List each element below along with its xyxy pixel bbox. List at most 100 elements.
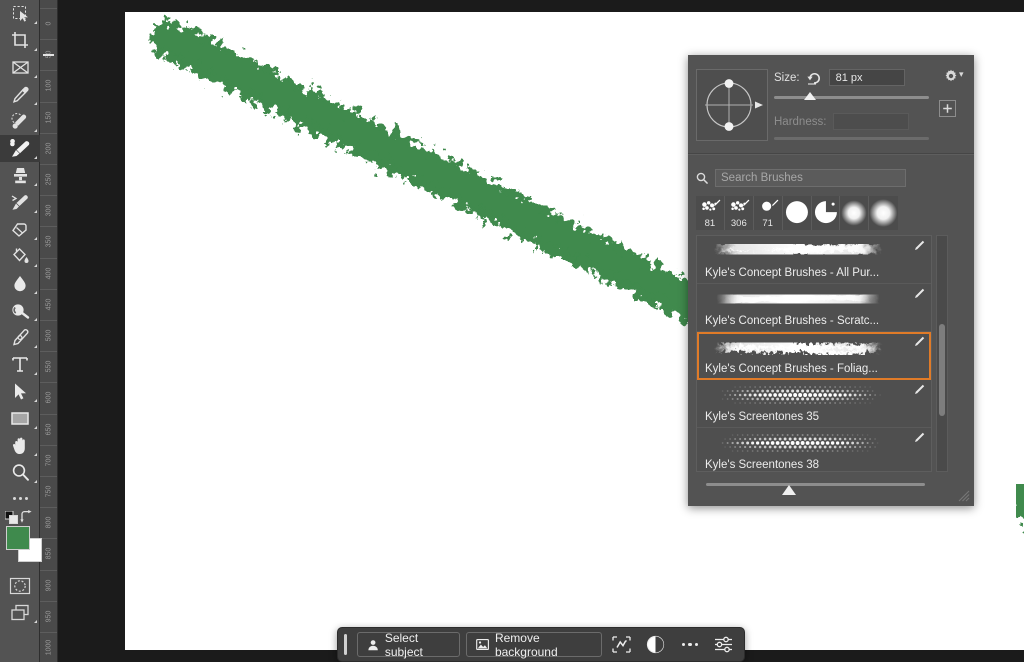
preset-size-number: 71 [754, 218, 782, 229]
swap-colors-icon[interactable] [20, 510, 33, 523]
photo-editor-window: 0501001502002503003504004505005506006507… [0, 0, 1024, 662]
brush-hardness-slider-track[interactable] [774, 137, 929, 140]
brush-stroke-thumbnail [703, 238, 893, 264]
ruler-tick-line [40, 476, 57, 477]
brush-list-scrollbar[interactable] [936, 235, 948, 472]
panel-resize-grip-icon[interactable] [958, 490, 970, 502]
brush-pencil-icon [914, 432, 925, 443]
tool-brush[interactable] [0, 135, 40, 162]
tool-frame[interactable] [0, 54, 40, 81]
more-options-button[interactable] [676, 632, 704, 657]
ruler-tick-line [40, 195, 57, 196]
ruler-tick-label: 850 [40, 544, 58, 564]
ruler-tick-line [40, 351, 57, 352]
brush-tip-angle-preview[interactable] [696, 69, 768, 141]
dot [688, 643, 692, 647]
brush-roundness-icon [697, 70, 767, 140]
brush-list-item[interactable]: Kyle's Concept Brushes - Foliag... [697, 332, 931, 380]
brush-size-slider-track[interactable] [774, 96, 929, 99]
brush-size-slider-handle[interactable] [804, 92, 816, 100]
ruler-tick-label: 500 [40, 326, 58, 346]
preset-hard-round[interactable] [783, 196, 812, 230]
crop-icon [11, 31, 30, 50]
ruler-tick-line [40, 258, 57, 259]
tool-type[interactable] [0, 351, 40, 378]
tool-hand[interactable] [0, 432, 40, 459]
ruler-tick-label: 900 [40, 576, 58, 596]
tool-clone-stamp[interactable] [0, 162, 40, 189]
tool-dodge[interactable] [0, 297, 40, 324]
new-preset-icon [942, 103, 953, 114]
toolbar-settings-button[interactable] [710, 632, 738, 657]
tool-corner-marker [34, 183, 37, 186]
foreground-color-swatch[interactable] [6, 526, 30, 550]
preset-size-number: 306 [725, 218, 753, 229]
ruler-tick-line [40, 289, 57, 290]
tool-crop[interactable] [0, 27, 40, 54]
transform-selection-button[interactable] [608, 632, 636, 657]
default-colors-icon[interactable] [5, 511, 18, 524]
ruler-tick-line [40, 414, 57, 415]
brush-size-row: Size: 81 px [774, 69, 929, 86]
brush-list-item[interactable]: Kyle's Concept Brushes - All Pur... [697, 236, 931, 284]
create-new-brush-preset-button[interactable] [939, 100, 956, 117]
brush-name-label: Kyle's Screentones 35 [705, 411, 819, 423]
ruler-tick-line [40, 601, 57, 602]
brush-panel-settings-button[interactable]: ▾ [944, 69, 958, 88]
ruler-tick-line [40, 164, 57, 165]
tool-corner-marker [34, 399, 37, 402]
preset-soft-scatter-81[interactable]: 81 [696, 196, 725, 230]
edit-toolbar-button[interactable] [0, 486, 40, 510]
preset-hard-round-pressure[interactable] [812, 196, 841, 230]
search-brushes-input[interactable]: Search Brushes [715, 169, 906, 187]
ruler-tick-label: 200 [40, 139, 58, 159]
screen-mode-button[interactable] [0, 599, 40, 626]
tool-eyedropper[interactable] [0, 81, 40, 108]
brush-list-item[interactable]: Kyle's Screentones 35 [697, 380, 931, 428]
tool-blur[interactable] [0, 270, 40, 297]
brush-thumbnail [703, 382, 893, 408]
tool-corner-marker [34, 48, 37, 51]
brush-search-row: Search Brushes [696, 169, 906, 187]
tool-history-brush[interactable] [0, 189, 40, 216]
brush-list-item[interactable]: Kyle's Concept Brushes - Scratc... [697, 284, 931, 332]
panel-footer-slider-handle[interactable] [782, 485, 796, 495]
adjustment-button[interactable] [642, 632, 670, 657]
sliders-icon [714, 636, 733, 653]
panel-footer-slider-track[interactable] [706, 483, 925, 486]
quick-mask-button[interactable] [0, 572, 40, 599]
select-subject-button[interactable]: Select subject [357, 632, 460, 657]
brush-preset-panel: Size: 81 px Hardness: ▾ [688, 55, 974, 506]
tool-pen[interactable] [0, 324, 40, 351]
tool-corner-marker [34, 21, 37, 24]
tool-path-selection[interactable] [0, 378, 40, 405]
tool-artboard[interactable] [0, 0, 40, 27]
tool-spot-healing-brush[interactable] [0, 108, 40, 135]
brush-list-scroll-thumb[interactable] [939, 324, 945, 416]
remove-background-button[interactable]: Remove background [466, 632, 602, 657]
brush-list-item[interactable]: Kyle's Screentones 38 [697, 428, 931, 472]
preset-soft-round-large[interactable] [869, 196, 898, 230]
brush-list[interactable]: Kyle's Concept Brushes - All Pur...Kyle'… [696, 235, 932, 472]
color-swatches [0, 510, 40, 572]
brush-thumbnail [703, 334, 893, 360]
preset-soft-round[interactable] [840, 196, 869, 230]
brush-size-input[interactable]: 81 px [829, 69, 905, 86]
brush-stroke-thumbnail [703, 286, 893, 312]
reset-arrow-icon[interactable] [807, 70, 822, 85]
ruler-tick-label: 350 [40, 232, 58, 252]
brush-hardness-input[interactable] [833, 113, 909, 130]
tool-paint-bucket[interactable] [0, 243, 40, 270]
ruler-tick-line [40, 8, 57, 9]
tool-zoom[interactable] [0, 459, 40, 486]
preset-soft-scatter-306[interactable]: 306 [725, 196, 754, 230]
ruler-tick-label: 800 [40, 513, 58, 533]
zoom-icon [11, 463, 30, 482]
tool-rectangle[interactable] [0, 405, 40, 432]
tool-corner-marker [34, 291, 37, 294]
preset-round-71[interactable]: 71 [754, 196, 783, 230]
screen-mode-icon [10, 604, 30, 622]
taskbar-drag-handle[interactable] [344, 634, 347, 655]
spot-healing-brush-icon [10, 112, 30, 132]
tool-eraser[interactable] [0, 216, 40, 243]
